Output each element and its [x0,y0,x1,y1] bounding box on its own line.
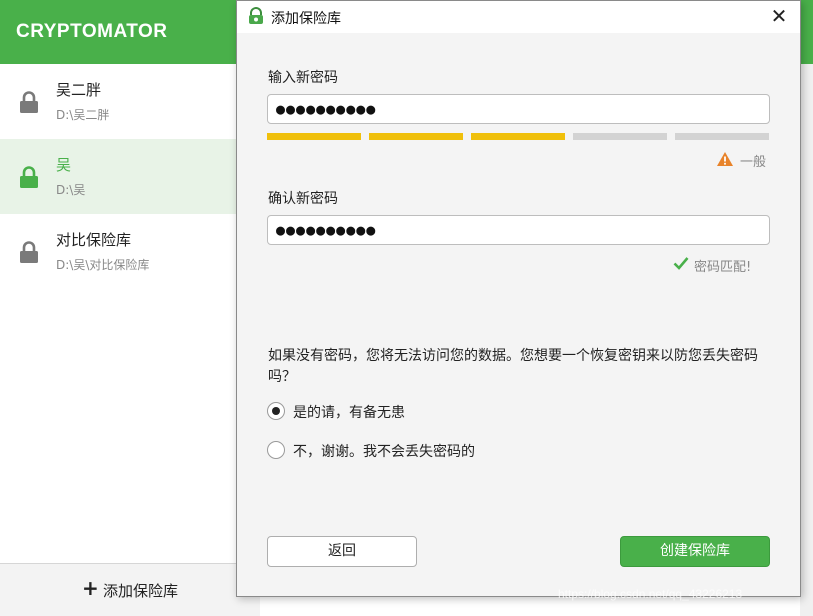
lock-icon [20,241,38,263]
radio-yes[interactable] [267,402,285,420]
vault-name: 吴 [56,156,72,174]
create-vault-button[interactable]: 创建保险库 [620,536,770,567]
confirm-password-field[interactable]: ●●●●●●●●●● [267,215,770,245]
radio-yes-label[interactable]: 是的请，有备无患 [293,402,405,422]
add-vault-button[interactable]: + 添加保险库 [0,563,260,616]
vault-name: 对比保险库 [56,231,132,249]
app-title: CRYPTOMATOR [16,21,168,42]
vault-item[interactable]: 吴二胖 D:\吴二胖 [0,64,260,139]
dialog-title: 添加保险库 [271,11,341,27]
radio-no-label[interactable]: 不，谢谢。我不会丢失密码的 [293,441,475,461]
vault-sidebar: 吴二胖 D:\吴二胖 吴 D:\吴 对比保险库 D:\吴\对比保险库 [0,64,260,616]
vault-item[interactable]: 对比保险库 D:\吴\对比保险库 [0,214,260,289]
check-icon [673,257,689,270]
strength-label: 一般 [740,155,767,170]
dialog-titlebar[interactable]: 添加保险库 ✕ [237,1,800,33]
cryptomator-app-icon [249,7,263,24]
strength-segment [573,133,667,140]
plus-icon: + [82,576,99,600]
lock-icon [20,166,38,188]
password-match-label: 密码匹配! [694,260,752,275]
watermark: https://blog.csdn.net/qq_43226213 [558,587,743,601]
back-button[interactable]: 返回 [267,536,417,567]
strength-segment [369,133,463,140]
add-vault-dialog: 添加保险库 ✕ 输入新密码 ●●●●●●●●●● 一般 确认新密码 ●●●●●●… [236,0,801,597]
new-password-label: 输入新密码 [268,70,338,86]
lock-icon [20,91,38,113]
confirm-password-label: 确认新密码 [268,191,338,207]
warning-icon [717,152,733,166]
vault-path: D:\吴\对比保险库 [56,258,150,272]
strength-segment [267,133,361,140]
new-password-field[interactable]: ●●●●●●●●●● [267,94,770,124]
add-vault-label: 添加保险库 [103,582,179,600]
vault-item-selected[interactable]: 吴 D:\吴 [0,139,260,214]
vault-name: 吴二胖 [56,81,102,99]
close-icon[interactable]: ✕ [764,5,794,29]
recovery-key-question: 如果没有密码，您将无法访问您的数据。您想要一个恢复密钥来以防您丢失密码吗？ [268,348,758,385]
radio-no[interactable] [267,441,285,459]
strength-segment [675,133,769,140]
vault-path: D:\吴 [56,183,86,197]
content-area [800,64,813,616]
vault-path: D:\吴二胖 [56,108,110,122]
strength-segment [471,133,565,140]
